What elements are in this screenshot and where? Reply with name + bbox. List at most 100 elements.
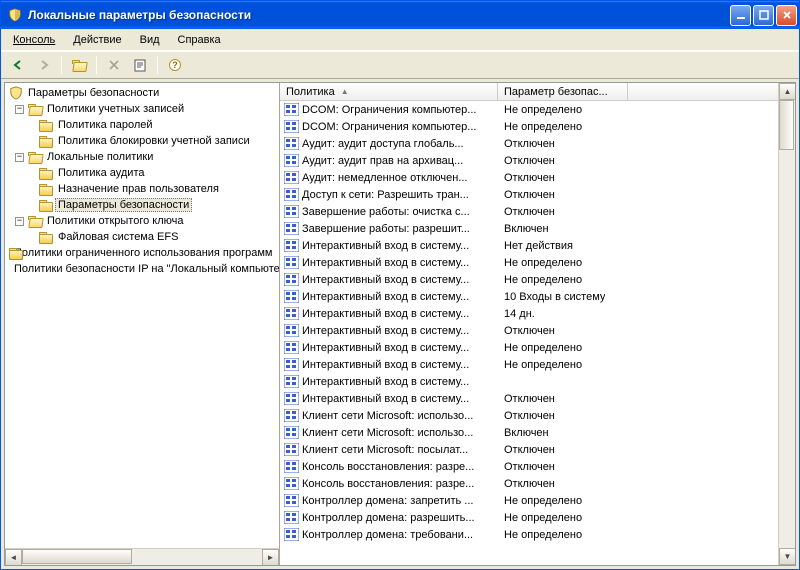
menu-console[interactable]: Консоль: [5, 31, 63, 49]
policy-name: Контроллер домена: запретить ...: [302, 495, 498, 507]
policy-value: Не определено: [498, 257, 582, 269]
scroll-thumb[interactable]: [22, 549, 132, 564]
help-button[interactable]: ?: [164, 54, 186, 76]
list-row[interactable]: Интерактивный вход в систему...Не опреде…: [280, 339, 795, 356]
minimize-button[interactable]: [730, 5, 751, 26]
scroll-thumb[interactable]: [779, 100, 794, 150]
column-setting[interactable]: Параметр безопас...: [498, 83, 628, 100]
policy-name: Интерактивный вход в систему...: [302, 325, 498, 337]
list-row[interactable]: DCOM: Ограничения компьютер...Не определ…: [280, 101, 795, 118]
list-body[interactable]: DCOM: Ограничения компьютер...Не определ…: [280, 101, 795, 565]
tree-user-rights[interactable]: Назначение прав пользователя: [7, 181, 279, 197]
sort-asc-icon: ▲: [341, 87, 349, 96]
tree-local-policies[interactable]: − Локальные политики: [7, 149, 279, 165]
tree-label: Параметры безопасности: [55, 198, 192, 212]
list-row[interactable]: Клиент сети Microsoft: использо...Включе…: [280, 424, 795, 441]
list-row[interactable]: Клиент сети Microsoft: использо...Отключ…: [280, 407, 795, 424]
tree-efs[interactable]: Файловая система EFS: [7, 229, 279, 245]
scroll-up-button[interactable]: ▲: [779, 83, 795, 100]
back-button[interactable]: [7, 54, 29, 76]
list-row[interactable]: Интерактивный вход в систему...Отключен: [280, 322, 795, 339]
toolbar-separator: [157, 56, 158, 74]
list-row[interactable]: Интерактивный вход в систему...Отключен: [280, 390, 795, 407]
tree-password-policy[interactable]: Политика паролей: [7, 117, 279, 133]
nav-tree[interactable]: Параметры безопасности − Политики учетны…: [5, 83, 279, 548]
tree-root[interactable]: Параметры безопасности: [7, 85, 279, 101]
list-row[interactable]: Аудит: аудит доступа глобаль...Отключен: [280, 135, 795, 152]
policy-name: Интерактивный вход в систему...: [302, 342, 498, 354]
policy-name: Клиент сети Microsoft: использо...: [302, 427, 498, 439]
column-label: Политика: [286, 86, 335, 98]
tree-account-policies[interactable]: − Политики учетных записей: [7, 101, 279, 117]
tree-label: Политика аудита: [55, 166, 147, 180]
up-button[interactable]: [68, 54, 90, 76]
menu-help[interactable]: Справка: [170, 31, 229, 49]
forward-button[interactable]: [33, 54, 55, 76]
list-row[interactable]: Клиент сети Microsoft: посылат...Отключе…: [280, 441, 795, 458]
policy-name: Клиент сети Microsoft: использо...: [302, 410, 498, 422]
tree-label: Локальные политики: [44, 150, 156, 164]
policy-name: Клиент сети Microsoft: посылат...: [302, 444, 498, 456]
list-row[interactable]: Интерактивный вход в систему...Не опреде…: [280, 356, 795, 373]
folder-icon: [39, 184, 53, 195]
scroll-track[interactable]: [779, 100, 795, 548]
list-row[interactable]: Контроллер домена: разрешить...Не опреде…: [280, 509, 795, 526]
tree-horizontal-scrollbar[interactable]: ◄ ►: [5, 548, 279, 565]
policy-value: Отключен: [498, 155, 555, 167]
list-row[interactable]: Интерактивный вход в систему...14 дн.: [280, 305, 795, 322]
delete-button[interactable]: [103, 54, 125, 76]
titlebar[interactable]: Локальные параметры безопасности: [1, 1, 799, 29]
policy-value: Отключен: [498, 461, 555, 473]
list-row[interactable]: Консоль восстановления: разре...Отключен: [280, 475, 795, 492]
collapse-icon[interactable]: −: [15, 217, 24, 226]
scroll-left-button[interactable]: ◄: [5, 549, 22, 565]
scroll-right-button[interactable]: ►: [262, 549, 279, 565]
properties-button[interactable]: [129, 54, 151, 76]
list-row[interactable]: Завершение работы: разрешит...Включен: [280, 220, 795, 237]
policy-value: Нет действия: [498, 240, 573, 252]
menu-action[interactable]: Действие: [65, 31, 129, 49]
content-area: Параметры безопасности − Политики учетны…: [4, 82, 796, 566]
toolbar-separator: [61, 56, 62, 74]
close-button[interactable]: [776, 5, 797, 26]
list-row[interactable]: Завершение работы: очистка с...Отключен: [280, 203, 795, 220]
tree-lockout-policy[interactable]: Политика блокировки учетной записи: [7, 133, 279, 149]
folder-icon: [39, 136, 53, 147]
list-row[interactable]: Аудит: аудит прав на архивац...Отключен: [280, 152, 795, 169]
policy-name: Интерактивный вход в систему...: [302, 274, 498, 286]
toolbar: ?: [1, 51, 799, 79]
list-row[interactable]: Интерактивный вход в систему...: [280, 373, 795, 390]
tree-security-options[interactable]: Параметры безопасности: [7, 197, 279, 213]
policy-icon: [283, 340, 299, 356]
list-row[interactable]: Аудит: немедленное отключен...Отключен: [280, 169, 795, 186]
tree-public-key[interactable]: − Политики открытого ключа: [7, 213, 279, 229]
list-row[interactable]: Интерактивный вход в систему...Нет дейст…: [280, 237, 795, 254]
scroll-track[interactable]: [22, 549, 262, 565]
maximize-button[interactable]: [753, 5, 774, 26]
policy-icon: [283, 493, 299, 509]
policy-name: Интерактивный вход в систему...: [302, 257, 498, 269]
policy-value: Не определено: [498, 104, 582, 116]
list-row[interactable]: Контроллер домена: запретить ...Не опред…: [280, 492, 795, 509]
menu-view[interactable]: Вид: [132, 31, 168, 49]
policy-name: Доступ к сети: Разрешить тран...: [302, 189, 498, 201]
policy-value: Включен: [498, 427, 549, 439]
list-vertical-scrollbar[interactable]: ▲ ▼: [778, 83, 795, 565]
column-policy[interactable]: Политика ▲: [280, 83, 498, 100]
tree-software-restriction[interactable]: Политики ограниченного использования про…: [7, 245, 279, 261]
list-row[interactable]: Доступ к сети: Разрешить тран...Отключен: [280, 186, 795, 203]
list-row[interactable]: Интерактивный вход в систему...Не опреде…: [280, 254, 795, 271]
collapse-icon[interactable]: −: [15, 153, 24, 162]
list-row[interactable]: DCOM: Ограничения компьютер...Не определ…: [280, 118, 795, 135]
scroll-down-button[interactable]: ▼: [779, 548, 795, 565]
list-row[interactable]: Интерактивный вход в систему...Не опреде…: [280, 271, 795, 288]
tree-audit-policy[interactable]: Политика аудита: [7, 165, 279, 181]
policy-name: Интерактивный вход в систему...: [302, 308, 498, 320]
list-row[interactable]: Консоль восстановления: разре...Отключен: [280, 458, 795, 475]
policy-name: Завершение работы: разрешит...: [302, 223, 498, 235]
tree-ipsec[interactable]: Политики безопасности IP на "Локальный к…: [7, 261, 279, 277]
list-row[interactable]: Интерактивный вход в систему...10 Входы …: [280, 288, 795, 305]
tree-label: Файловая система EFS: [55, 230, 181, 244]
list-row[interactable]: Контроллер домена: требовани...Не опреде…: [280, 526, 795, 543]
collapse-icon[interactable]: −: [15, 105, 24, 114]
